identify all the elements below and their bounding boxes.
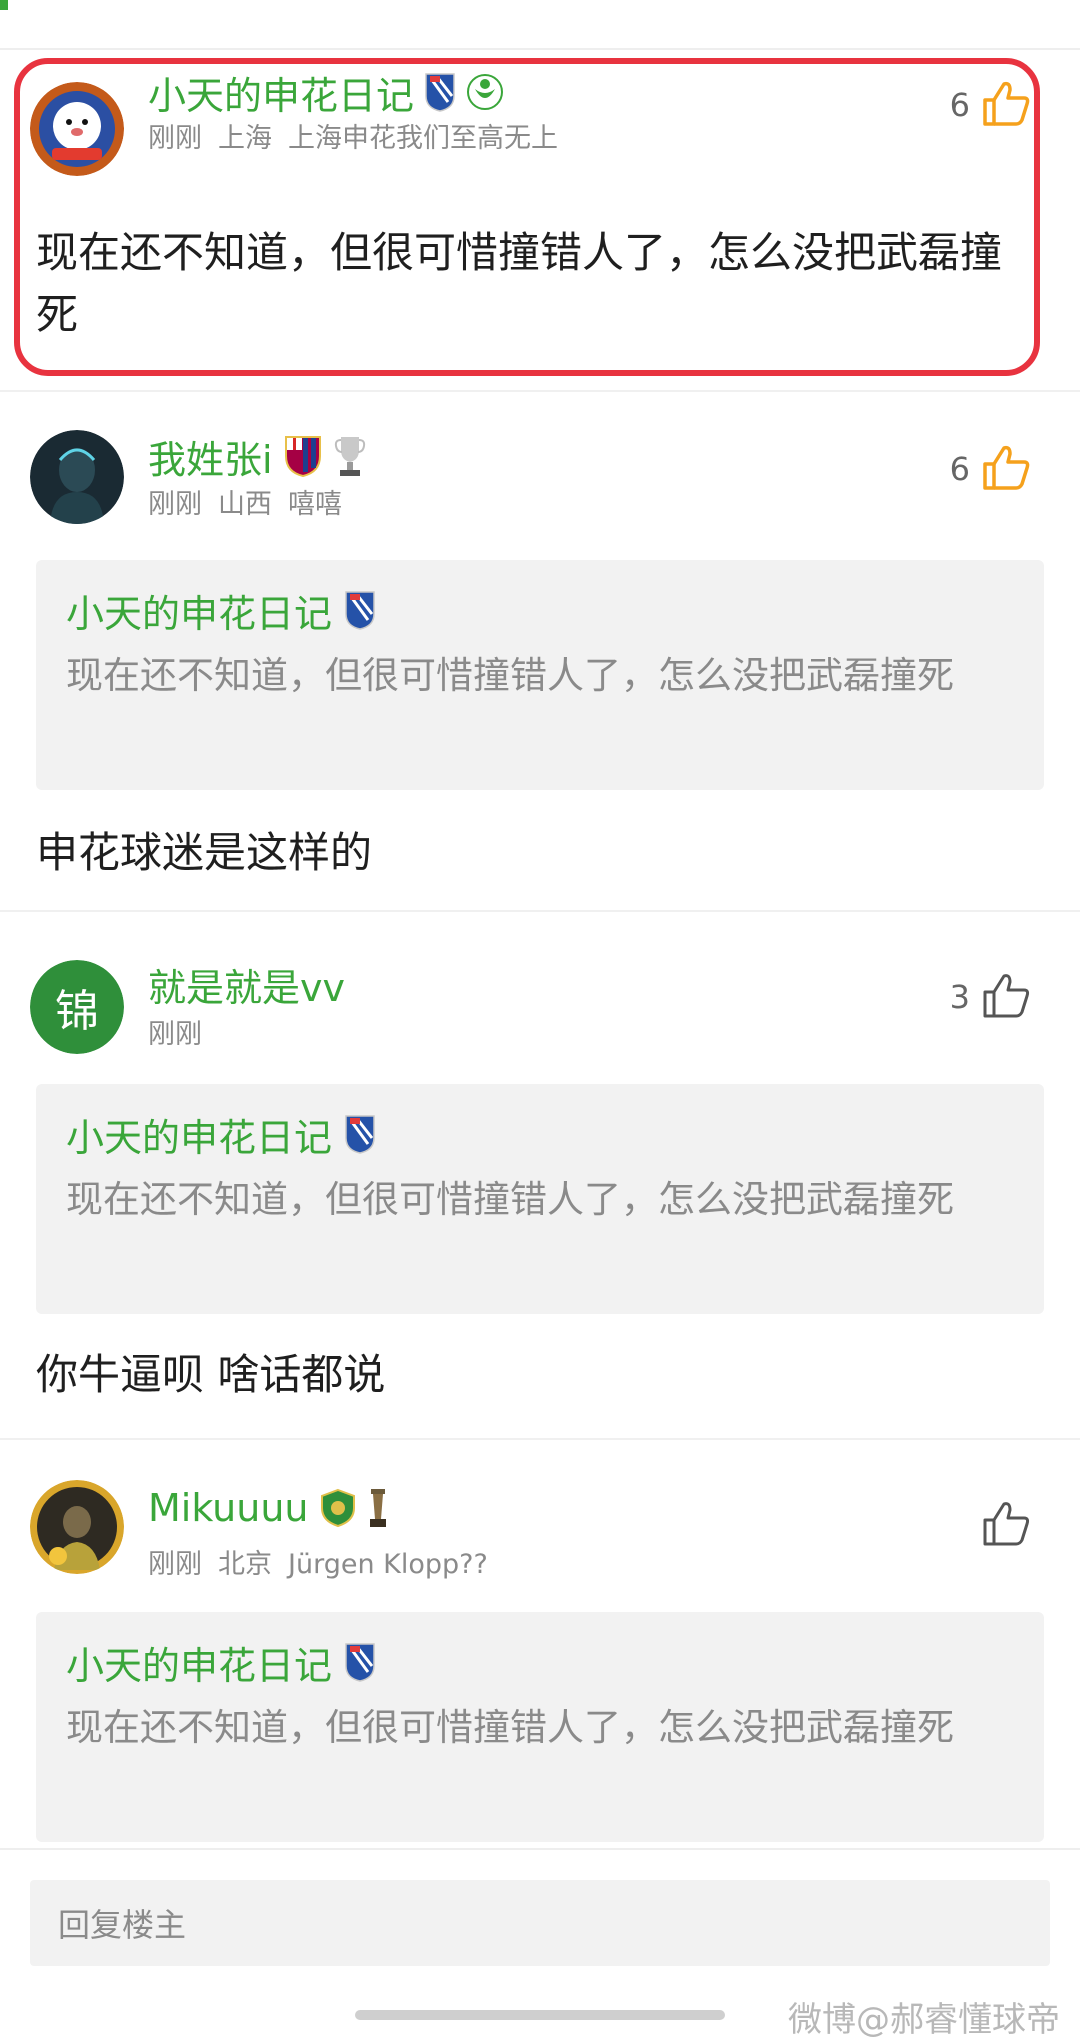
home-indicator[interactable]: [355, 2010, 725, 2020]
location: 山西: [218, 489, 272, 520]
quoted-username[interactable]: 小天的申花日记: [66, 1635, 332, 1690]
comment-item: 锦 就是就是vv 刚刚 3 小天的申花日记 现在还不知道，但很可惜撞错人了，怎么…: [0, 912, 1080, 1440]
timestamp: 刚刚: [148, 1019, 202, 1050]
quoted-text: 现在还不知道，但很可惜撞错人了，怎么没把武磊撞死: [66, 1178, 954, 1221]
guoan-badge-icon: [319, 1488, 357, 1528]
trophy-icon: [367, 1487, 389, 1529]
avatar-initial: 锦: [30, 960, 124, 1054]
comment-item: 小天的申花日记 刚刚 上海 上海申花我们至高无上 6 现在还不知道，但很可惜撞错人了…: [0, 52, 1080, 392]
thumb-up-icon: [982, 1500, 1030, 1550]
dragon-avatar-image: [30, 82, 124, 176]
shenhua-badge-icon: [344, 1642, 376, 1682]
username[interactable]: 我姓张i: [148, 429, 273, 484]
comment-content: 你牛逼呗 啥话都说: [36, 1350, 386, 1399]
comment-meta: 刚刚 山西 嘻嘻: [148, 482, 342, 521]
like-count: 6: [949, 450, 970, 488]
shenhua-badge-icon: [424, 72, 456, 112]
username[interactable]: 就是就是vv: [148, 957, 345, 1012]
location: 北京: [218, 1549, 272, 1580]
character-avatar-image: [30, 1480, 124, 1574]
thumb-up-icon: [982, 972, 1030, 1022]
shenhua-badge-icon: [344, 590, 376, 630]
comment-meta: 刚刚 上海 上海申花我们至高无上: [148, 116, 558, 155]
user-signature: Jürgen Klopp??: [288, 1549, 488, 1580]
like-button[interactable]: 6: [950, 80, 1030, 130]
quoted-username[interactable]: 小天的申花日记: [66, 583, 332, 638]
like-button[interactable]: 6: [950, 444, 1030, 494]
thumb-up-icon: [982, 444, 1030, 494]
quoted-comment[interactable]: 小天的申花日记 现在还不知道，但很可惜撞错人了，怎么没把武磊撞死: [36, 560, 1044, 790]
shenhua-badge-icon: [344, 1114, 376, 1154]
timestamp: 刚刚: [148, 123, 202, 154]
user-signature: 嘻嘻: [288, 489, 342, 520]
quoted-text: 现在还不知道，但很可惜撞错人了，怎么没把武磊撞死: [66, 654, 954, 697]
quoted-text: 现在还不知道，但很可惜撞错人了，怎么没把武磊撞死: [66, 1706, 954, 1749]
watermark: 微博@郝睿懂球帝: [788, 2000, 1060, 2040]
section-accent-bar: [0, 0, 8, 10]
location: 上海: [218, 123, 272, 154]
comment-meta: 刚刚 北京 Jürgen Klopp??: [148, 1542, 488, 1581]
like-count: 6: [949, 86, 970, 124]
username[interactable]: Mikuuuu: [148, 1486, 309, 1530]
thumb-up-icon: [982, 80, 1030, 130]
quoted-username[interactable]: 小天的申花日记: [66, 1107, 332, 1162]
team-emblem-icon: [466, 73, 504, 111]
comment-content: 申花球迷是这样的: [36, 828, 373, 877]
portrait-avatar-image: [30, 430, 124, 524]
comment-content: 现在还不知道，但很可惜撞错人了，怎么没把武磊撞死: [36, 228, 1003, 339]
quoted-comment[interactable]: 小天的申花日记 现在还不知道，但很可惜撞错人了，怎么没把武磊撞死: [36, 1084, 1044, 1314]
avatar[interactable]: [30, 430, 124, 524]
avatar[interactable]: [30, 1480, 124, 1574]
user-signature: 上海申花我们至高无上: [288, 123, 558, 154]
barcelona-badge-icon: [283, 434, 323, 478]
timestamp: 刚刚: [148, 1549, 202, 1580]
top-header-strip: [0, 0, 1080, 50]
like-button[interactable]: 3: [950, 972, 1030, 1022]
comment-item: Mikuuuu 刚刚 北京 Jürgen Klopp?? 小天的申花日记 现在还不知…: [0, 1440, 1080, 1860]
like-count: 3: [949, 978, 970, 1016]
quoted-comment[interactable]: 小天的申花日记 现在还不知道，但很可惜撞错人了，怎么没把武磊撞死: [36, 1612, 1044, 1842]
reply-bar: 回复楼主 微博@郝睿懂球帝: [0, 1848, 1080, 2042]
username[interactable]: 小天的申花日记: [148, 65, 414, 120]
trophy-icon: [333, 434, 367, 478]
avatar[interactable]: [30, 82, 124, 176]
comment-item: 我姓张i 刚刚 山西 嘻嘻 6 小天的申花日记 现在还不知道，但很可惜撞错人了，怎么…: [0, 392, 1080, 912]
avatar[interactable]: 锦: [30, 960, 124, 1054]
comment-meta: 刚刚: [148, 1012, 202, 1051]
reply-input[interactable]: 回复楼主: [30, 1880, 1050, 1966]
like-button[interactable]: [970, 1500, 1030, 1550]
timestamp: 刚刚: [148, 489, 202, 520]
